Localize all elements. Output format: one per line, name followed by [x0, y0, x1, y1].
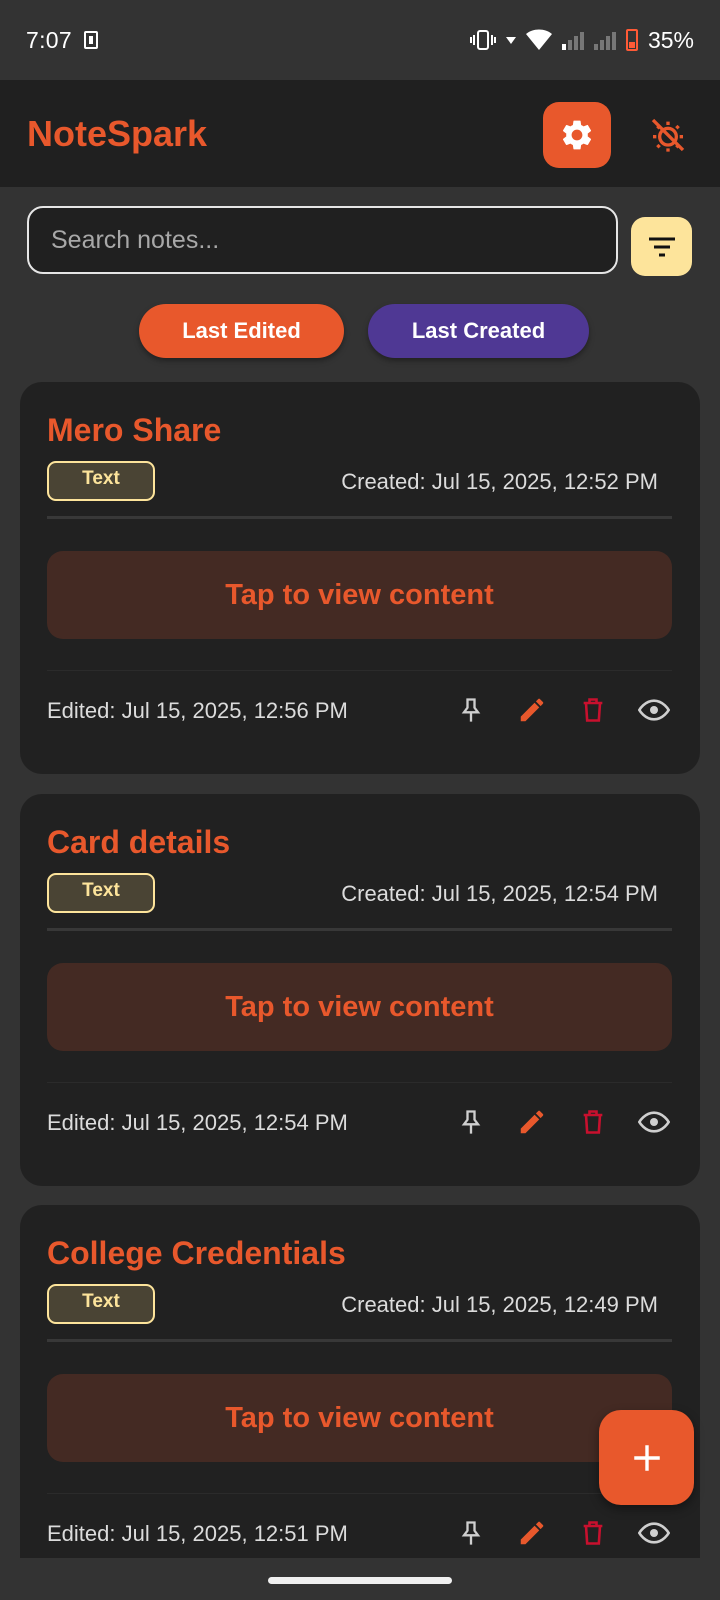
note-title: Card details	[47, 824, 231, 860]
gear-icon	[562, 120, 592, 150]
eye-icon	[637, 1110, 670, 1133]
divider	[47, 1082, 672, 1083]
battery-icon	[625, 29, 638, 51]
status-time: 7:07	[26, 26, 72, 53]
divider	[47, 1493, 672, 1494]
edit-button[interactable]	[513, 1514, 550, 1551]
home-gesture-handle[interactable]	[268, 1577, 452, 1584]
pencil-icon	[520, 1521, 543, 1544]
wifi-icon	[525, 29, 552, 50]
pin-button[interactable]	[452, 691, 489, 728]
note-created-date: Created: Jul 15, 2025, 12:49 PM	[341, 1292, 658, 1317]
note-actions	[452, 691, 672, 728]
edit-button[interactable]	[513, 1103, 550, 1140]
tap-to-view-button[interactable]: Tap to view content	[47, 551, 672, 639]
status-icons: 35%	[469, 26, 694, 54]
view-button[interactable]	[635, 1514, 672, 1551]
eye-icon	[637, 698, 670, 721]
pin-icon	[461, 697, 480, 722]
note-edited-date: Edited: Jul 15, 2025, 12:54 PM	[47, 1110, 348, 1135]
note-card[interactable]: College Credentials Text Created: Jul 15…	[20, 1205, 700, 1597]
divider	[47, 928, 672, 931]
filter-button[interactable]	[631, 217, 692, 276]
note-title: College Credentials	[47, 1235, 346, 1271]
app-title: NoteSpark	[27, 112, 208, 154]
delete-button[interactable]	[574, 1103, 611, 1140]
eye-icon	[637, 1521, 670, 1544]
theme-toggle-button[interactable]	[643, 110, 693, 160]
note-created-date: Created: Jul 15, 2025, 12:54 PM	[341, 881, 658, 906]
battery-percent: 35%	[647, 26, 694, 53]
delete-button[interactable]	[574, 1514, 611, 1551]
theme-toggle-icon	[651, 118, 685, 152]
sort-last-edited-button[interactable]: Last Edited	[139, 304, 344, 358]
note-card[interactable]: Card details Text Created: Jul 15, 2025,…	[20, 794, 700, 1186]
vibrate-icon	[469, 30, 496, 50]
trash-icon	[583, 1109, 602, 1134]
divider	[47, 516, 672, 519]
trash-icon	[583, 1520, 602, 1545]
app-bar: NoteSpark	[0, 80, 720, 187]
note-actions	[452, 1103, 672, 1140]
edit-button[interactable]	[513, 691, 550, 728]
note-edited-date: Edited: Jul 15, 2025, 12:56 PM	[47, 698, 348, 723]
delete-button[interactable]	[574, 691, 611, 728]
sort-last-created-button[interactable]: Last Created	[368, 304, 589, 358]
pencil-icon	[520, 1110, 543, 1133]
tap-to-view-button[interactable]: Tap to view content	[47, 1374, 672, 1462]
note-created-date: Created: Jul 15, 2025, 12:52 PM	[341, 469, 658, 494]
plus-icon	[633, 1444, 660, 1471]
note-actions	[452, 1514, 672, 1551]
signal-icon	[561, 30, 584, 50]
status-bar: 7:07 35%	[0, 0, 720, 80]
pin-icon	[461, 1109, 480, 1134]
divider	[47, 670, 672, 671]
note-type-badge: Text	[47, 461, 155, 501]
data-arrow-icon	[505, 37, 516, 44]
pin-button[interactable]	[452, 1103, 489, 1140]
note-title: Mero Share	[47, 412, 222, 448]
add-note-button[interactable]	[599, 1410, 694, 1505]
note-type-badge: Text	[47, 1284, 155, 1324]
trash-icon	[583, 697, 602, 722]
signal-icon-2	[593, 30, 616, 50]
note-card[interactable]: Mero Share Text Created: Jul 15, 2025, 1…	[20, 382, 700, 774]
note-type-badge: Text	[47, 873, 155, 913]
pin-icon	[461, 1520, 480, 1545]
pencil-icon	[520, 698, 543, 721]
view-button[interactable]	[635, 1103, 672, 1140]
sim-card-icon	[83, 31, 98, 49]
settings-button[interactable]	[543, 102, 611, 168]
filter-icon	[648, 237, 675, 256]
note-edited-date: Edited: Jul 15, 2025, 12:51 PM	[47, 1521, 348, 1546]
view-button[interactable]	[635, 691, 672, 728]
tap-to-view-button[interactable]: Tap to view content	[47, 963, 672, 1051]
pin-button[interactable]	[452, 1514, 489, 1551]
divider	[47, 1339, 672, 1342]
search-input[interactable]	[27, 206, 618, 274]
